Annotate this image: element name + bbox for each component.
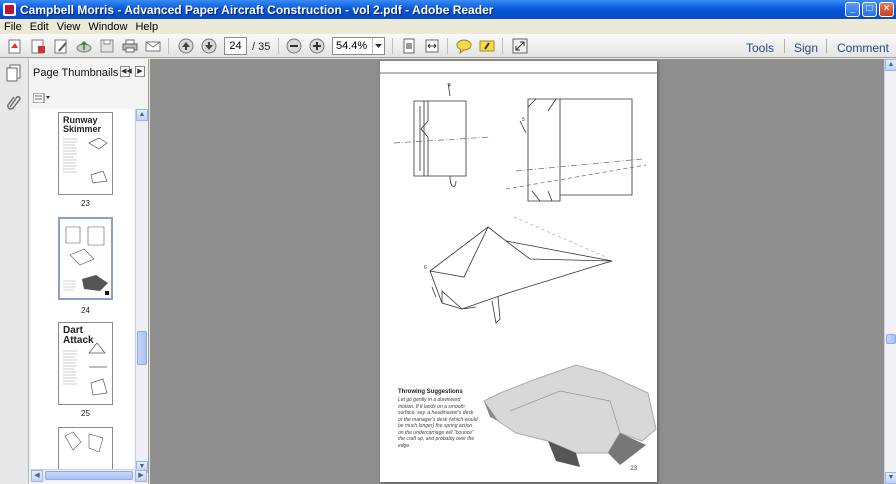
thumbnails-title: Page Thumbnails (33, 66, 119, 79)
scroll-left-icon[interactable]: ◀ (31, 470, 43, 482)
document-viewer[interactable]: 4 5 6 Throwing Suggestions Let go gently… (150, 59, 884, 484)
thumbnail-label: 25 (81, 409, 90, 418)
sign-pane-button[interactable]: Sign (794, 41, 818, 55)
thumbnail-options-icon[interactable] (33, 92, 51, 104)
throwing-suggestions-heading: Throwing Suggestions (398, 389, 463, 395)
thumbnail-page[interactable] (58, 427, 113, 473)
edit-pdf-icon[interactable] (52, 37, 70, 55)
menu-help[interactable]: Help (131, 21, 162, 33)
diagram-label-4: 4 (448, 83, 451, 89)
page-number-input[interactable]: 24 (224, 37, 247, 55)
thumbnail-label: 24 (81, 306, 90, 315)
adobe-reader-icon (3, 3, 16, 16)
thumbnail-page[interactable]: Dart Attack (58, 322, 113, 405)
fit-width-icon[interactable] (423, 37, 441, 55)
scrollbar-thumb[interactable] (45, 471, 133, 480)
maximize-button[interactable]: □ (862, 2, 877, 17)
toolbar: 24 / 35 54.4% Tools Sign Comment (0, 34, 896, 58)
zoom-level-select[interactable]: 54.4% (332, 37, 385, 55)
zoom-in-icon[interactable] (308, 37, 326, 55)
sticky-note-icon[interactable] (455, 37, 473, 55)
save-icon[interactable] (98, 37, 116, 55)
thumbnail-page-current[interactable] (58, 217, 113, 300)
menu-edit[interactable]: Edit (26, 21, 53, 33)
full-screen-icon[interactable] (511, 37, 529, 55)
email-icon[interactable] (144, 37, 162, 55)
expand-panel-icon[interactable]: ▶ (135, 66, 145, 77)
attachments-icon[interactable] (5, 93, 23, 111)
chevron-down-icon[interactable] (372, 38, 384, 54)
menu-view[interactable]: View (53, 21, 85, 33)
tools-pane-button[interactable]: Tools (746, 41, 774, 55)
title-bar: Campbell Morris - Advanced Paper Aircraf… (0, 0, 896, 19)
menu-file[interactable]: File (0, 21, 26, 33)
scrollbar-thumb[interactable] (137, 331, 147, 365)
diagram-label-6: 6 (424, 265, 427, 271)
cloud-upload-icon[interactable] (75, 37, 93, 55)
scrollbar-thumb[interactable] (886, 334, 896, 344)
menu-bar: File Edit View Window Help (0, 19, 896, 34)
create-pdf-icon[interactable] (6, 37, 24, 55)
window-title: Campbell Morris - Advanced Paper Aircraf… (20, 2, 494, 17)
menu-window[interactable]: Window (84, 21, 131, 33)
thumbnails-list: Runway Skimmer 23 24 Dart Attack 25 (31, 109, 134, 473)
fit-page-icon[interactable] (400, 37, 418, 55)
scroll-right-icon[interactable]: ▶ (135, 470, 147, 482)
thumbnails-horizontal-scrollbar[interactable]: ◀ ▶ (31, 469, 147, 482)
print-icon[interactable] (121, 37, 139, 55)
thumbnail-page[interactable]: Runway Skimmer (58, 112, 113, 195)
thumbnails-panel: Page Thumbnails ◀◀ ▶ Runway Skimmer 23 2… (29, 59, 149, 484)
scroll-down-icon[interactable]: ▼ (885, 472, 896, 484)
scroll-up-icon[interactable]: ▲ (885, 59, 896, 71)
thumbnails-vertical-scrollbar[interactable]: ▲ ▼ (135, 109, 148, 473)
highlight-text-icon[interactable] (478, 37, 496, 55)
zoom-value: 54.4% (336, 40, 368, 52)
previous-page-icon[interactable] (177, 37, 195, 55)
export-pdf-icon[interactable] (29, 37, 47, 55)
zoom-out-icon[interactable] (285, 37, 303, 55)
next-page-icon[interactable] (200, 37, 218, 55)
document-page: 4 5 6 Throwing Suggestions Let go gently… (380, 61, 657, 482)
document-vertical-scrollbar[interactable]: ▲ ▼ (884, 59, 896, 484)
thumbnail-label: 23 (81, 199, 90, 208)
page-thumbnails-icon[interactable] (5, 64, 23, 82)
diagram-label-5: 5 (522, 117, 525, 123)
throwing-suggestions-text: Let go gently in a downward motion. If i… (398, 397, 478, 449)
minimize-button[interactable]: _ (845, 2, 860, 17)
page-footer-number: 23 (630, 466, 637, 472)
scroll-up-icon[interactable]: ▲ (136, 109, 148, 121)
page-total: / 35 (252, 41, 271, 53)
close-button[interactable]: × (879, 2, 894, 17)
comment-pane-button[interactable]: Comment (837, 41, 889, 55)
navigation-rail (0, 59, 29, 484)
collapse-panel-icon[interactable]: ◀◀ (120, 66, 132, 77)
